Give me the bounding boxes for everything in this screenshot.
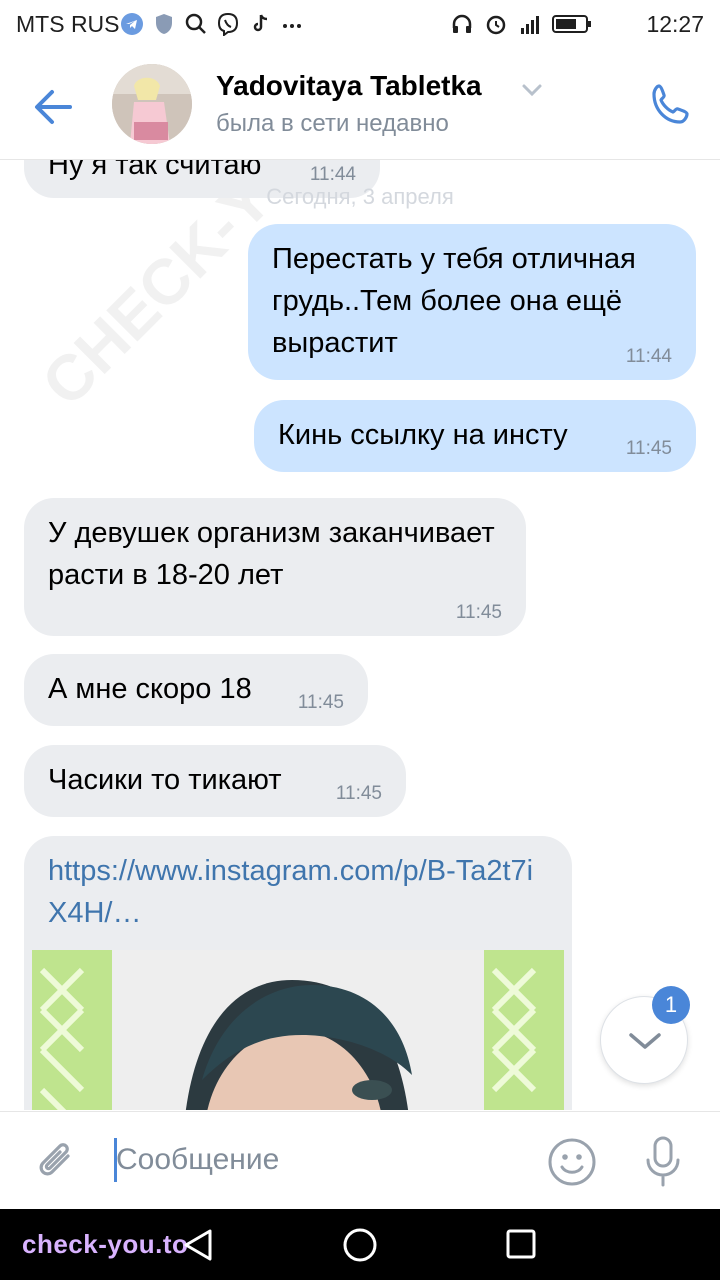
message-outgoing[interactable]: Перестать у тебя отличная грудь..Тем бол… [248, 224, 696, 380]
unread-badge: 1 [652, 986, 690, 1024]
battery-icon [552, 15, 591, 33]
message-composer [0, 1111, 720, 1209]
more-dots-icon [283, 24, 301, 28]
signal-icon [521, 16, 539, 34]
viber-icon [217, 12, 239, 36]
message-list[interactable]: CHECK-YOU.ME Ну я так считаю 11:44 Сегод… [0, 160, 720, 1110]
message-incoming[interactable]: У девушек организм заканчивает расти в 1… [24, 498, 526, 636]
message-time: 11:45 [335, 783, 382, 804]
instagram-link[interactable]: https://www.instagram.com/p/B-Ta2t7iX4H/… [48, 850, 548, 934]
message-text: У девушек организм заканчивает расти в 1… [48, 517, 495, 591]
message-time: 11:44 [625, 346, 672, 367]
message-text: Часики то тикают [48, 764, 282, 796]
message-time: 11:45 [297, 692, 344, 713]
search-icon [185, 13, 206, 34]
message-incoming[interactable]: А мне скоро 18 11:45 [24, 654, 368, 726]
contact-status: была в сети недавно [216, 110, 449, 137]
shield-icon [156, 14, 172, 34]
notification-icons [120, 12, 304, 36]
message-input[interactable] [116, 1136, 516, 1184]
chat-header: Yadovitaya Tabletka была в сети недавно [0, 50, 720, 160]
avatar[interactable] [112, 64, 192, 144]
clock: 12:27 [646, 11, 704, 37]
nav-back-icon[interactable] [180, 1227, 216, 1263]
back-arrow-icon[interactable] [30, 84, 76, 130]
system-nav-bar: check-you.to [0, 1209, 720, 1280]
nav-home-icon[interactable] [342, 1227, 378, 1263]
message-time: 11:45 [625, 438, 672, 459]
tiktok-icon [253, 14, 268, 32]
date-separator: Сегодня, 3 апреля [266, 184, 454, 209]
message-text: Перестать у тебя отличная грудь..Тем бол… [272, 243, 636, 359]
microphone-icon[interactable] [640, 1134, 686, 1190]
avatar-photo [112, 64, 192, 144]
chevron-down-icon[interactable] [520, 80, 544, 100]
carrier-name: MTS RUS [16, 11, 120, 37]
link-preview-image[interactable] [32, 950, 564, 1110]
message-outgoing[interactable]: Кинь ссылку на инсту 11:45 [254, 400, 696, 472]
nav-recent-apps-icon[interactable] [506, 1229, 536, 1259]
contact-name[interactable]: Yadovitaya Tabletka [216, 70, 482, 102]
telegram-icon [121, 13, 143, 35]
system-icons [450, 12, 592, 36]
status-bar: MTS RUS 12:27 [0, 0, 720, 50]
alarm-icon [486, 15, 506, 35]
paperclip-icon[interactable] [34, 1138, 80, 1186]
preview-photo [32, 950, 564, 1110]
headphones-icon [452, 14, 472, 33]
watermark-text: check-you.to [22, 1229, 189, 1259]
smile-icon[interactable] [546, 1136, 598, 1188]
link-message[interactable]: https://www.instagram.com/p/B-Ta2t7iX4H/… [24, 836, 572, 1110]
message-time: 11:44 [309, 164, 356, 185]
message-incoming[interactable]: Часики то тикают 11:45 [24, 745, 406, 817]
message-text: Кинь ссылку на инсту [278, 419, 568, 451]
phone-icon[interactable] [646, 80, 696, 130]
message-time: 11:45 [455, 602, 502, 623]
